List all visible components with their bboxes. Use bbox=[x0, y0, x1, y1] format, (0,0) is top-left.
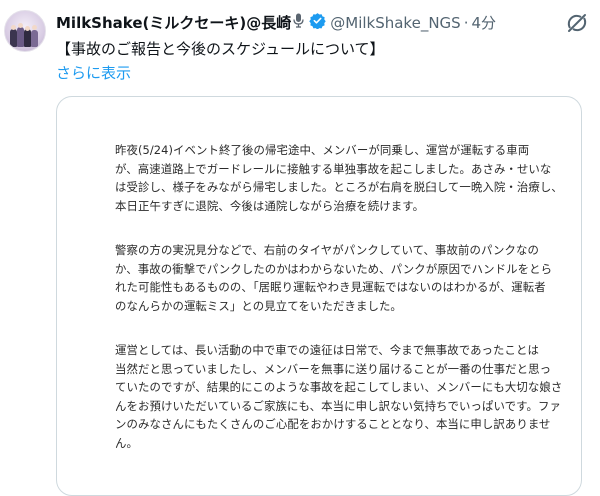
statement-paragraph: 昨夜(5/24)イベント終了後の帰宅途中、メンバーが同乗し、運営が運転する車両 … bbox=[115, 141, 563, 215]
statement-line: 当然だと思っていましたし、メンバーを無事に送り届けることが一番の仕事だと思っ bbox=[115, 361, 552, 376]
author-display-name[interactable]: MilkShake(ミルクセーキ)@長崎 bbox=[56, 13, 291, 33]
statement-line: ん。 bbox=[115, 435, 138, 450]
grok-slash-icon[interactable] bbox=[564, 12, 590, 34]
statement-line: 運営としては、長い活動の中で車での遠征は日常で、今まで無事故であったことは bbox=[115, 343, 540, 357]
statement-line: れた可能性もあるものの、「居眠り運転やわき見運転ではないのはわかるが、運転者 bbox=[115, 280, 546, 294]
statement-line: 本日正午すぎに退院、今後は通院しながら治療を続けます。 bbox=[115, 198, 425, 213]
avatar-figure bbox=[31, 30, 38, 47]
avatar-head bbox=[25, 26, 30, 31]
statement-line: のなんらかの運転ミス」との見立てをいただきました。 bbox=[115, 298, 402, 313]
attached-image-card[interactable]: 昨夜(5/24)イベント終了後の帰宅途中、メンバーが同乗し、運営が運転する車両 … bbox=[56, 96, 582, 496]
tweet-header: MilkShake(ミルクセーキ)@長崎 @MilkShake_NGS · 4分 bbox=[56, 12, 560, 34]
avatar-head bbox=[18, 23, 23, 28]
microphone-icon bbox=[293, 13, 304, 33]
statement-line: んをお預けいただいているご家族にも、本当に申し訳ない気持ちでいっぱいです。ファ bbox=[115, 398, 561, 413]
statement-line: 警察の方の実況見分などで、右前のタイヤがパンクしていて、事故前のパンクなの bbox=[115, 243, 540, 257]
statement-line: が、高速道路上でガードレールに接触する単独事故を起こしました。あさみ・せいな bbox=[115, 161, 552, 176]
statement-line: 昨夜(5/24)イベント終了後の帰宅途中、メンバーが同乗し、運営が運転する車両 bbox=[115, 143, 530, 157]
separator-dot: · bbox=[463, 14, 469, 32]
avatar-figure bbox=[24, 29, 31, 47]
statement-line: ンのみなさんにもたくさんのご心配をおかけすることとなり、本当に申し訳ありませ bbox=[115, 417, 551, 431]
tweet-text: 【事故のご報告と今後のスケジュールについて】 bbox=[56, 40, 385, 58]
author-handle[interactable]: @MilkShake_NGS bbox=[330, 13, 460, 33]
verified-badge-icon[interactable] bbox=[309, 12, 326, 34]
statement-paragraph: 運営としては、長い活動の中で車での遠征は日常で、今まで無事故であったことは 当然… bbox=[115, 341, 563, 452]
statement-paragraph: 警察の方の実況見分などで、右前のタイヤがパンクしていて、事故前のパンクなの か、… bbox=[115, 241, 553, 315]
show-more-link[interactable]: さらに表示 bbox=[56, 62, 131, 84]
avatar-figure bbox=[10, 29, 17, 47]
tweet-timestamp[interactable]: 4分 bbox=[471, 13, 496, 33]
author-avatar[interactable] bbox=[4, 10, 46, 52]
statement-body: 昨夜(5/24)イベント終了後の帰宅途中、メンバーが同乗し、運営が運転する車両 … bbox=[115, 141, 563, 478]
avatar-head bbox=[11, 25, 16, 30]
avatar-head bbox=[32, 25, 37, 30]
statement-line: は受診し、様子をみながら帰宅しました。ところが右肩を脱臼して一晩入院・治療し、 bbox=[115, 180, 563, 194]
statement-line: ていたのですが、結果的にこのような事故を起こしてしまい、メンバーにも大切な娘さ bbox=[115, 380, 563, 394]
avatar-figure bbox=[17, 27, 24, 47]
statement-line: か、事故の衝撃でパンクしたのかはわからないため、パンクが原因でハンドルをとら bbox=[115, 261, 553, 276]
